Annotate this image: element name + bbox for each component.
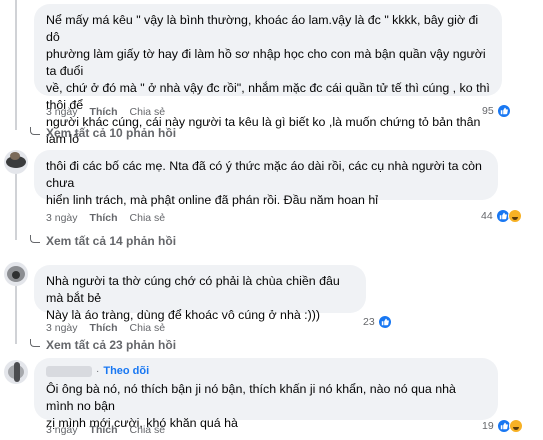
thread-line xyxy=(15,0,17,130)
avatar[interactable] xyxy=(4,262,28,286)
follow-button[interactable]: Theo dõi xyxy=(103,363,149,380)
comment-text: Nhà người ta thờ cúng chớ có phải là chù… xyxy=(46,274,340,322)
reply-arrow-icon xyxy=(30,127,40,135)
reaction-summary[interactable]: 23 xyxy=(363,315,392,329)
like-icon xyxy=(496,104,511,118)
share-button[interactable]: Chia sẻ xyxy=(130,212,166,224)
comment-meta: 3 ngày Thích Chia sẻ xyxy=(46,424,165,436)
author-name-redacted xyxy=(46,366,92,377)
thread-line xyxy=(15,168,17,240)
reaction-summary[interactable]: 44 xyxy=(481,209,522,223)
reaction-count: 95 xyxy=(482,105,494,117)
view-replies-label: Xem tất cả 14 phản hồi xyxy=(46,234,177,248)
like-button[interactable]: Thích xyxy=(90,106,118,118)
view-replies-label: Xem tất cả 23 phản hồi xyxy=(46,338,177,352)
haha-icon xyxy=(508,419,523,433)
comment-meta: 3 ngày Thích Chia sẻ xyxy=(46,212,165,224)
reply-arrow-icon xyxy=(30,339,40,347)
reaction-count: 23 xyxy=(363,316,375,328)
avatar[interactable] xyxy=(4,150,28,174)
view-replies-label: Xem tất cả 10 phản hồi xyxy=(46,126,177,140)
reaction-summary[interactable]: 95 xyxy=(482,104,511,118)
view-replies-link[interactable]: Xem tất cả 10 phản hồi xyxy=(30,126,176,140)
comment-time[interactable]: 3 ngày xyxy=(46,212,78,224)
avatar[interactable] xyxy=(4,360,28,384)
share-button[interactable]: Chia sẻ xyxy=(130,424,166,436)
reaction-summary[interactable]: 19 xyxy=(482,419,523,433)
share-button[interactable]: Chia sẻ xyxy=(130,322,166,334)
view-replies-link[interactable]: Xem tất cả 14 phản hồi xyxy=(30,234,176,248)
share-button[interactable]: Chia sẻ xyxy=(130,106,166,118)
comment-bubble: · Theo dõi Ôi ông bà nó, nó thích bận ji… xyxy=(34,358,498,430)
comment-author-row: · Theo dõi xyxy=(46,363,486,380)
comment-meta: 3 ngày Thích Chia sẻ xyxy=(46,322,165,334)
comment-bubble: Nhà người ta thờ cúng chớ có phải là chù… xyxy=(34,265,366,322)
like-button[interactable]: Thích xyxy=(90,212,118,224)
comment-bubble: thôi đi các bố các mẹ. Nta đã có ý thức … xyxy=(34,150,498,207)
comment-time[interactable]: 3 ngày xyxy=(46,106,78,118)
haha-icon xyxy=(507,209,522,223)
comment-time[interactable]: 3 ngày xyxy=(46,424,78,436)
reaction-count: 19 xyxy=(482,420,494,432)
reaction-count: 44 xyxy=(481,210,493,222)
comment-text: thôi đi các bố các mẹ. Nta đã có ý thức … xyxy=(46,159,482,207)
thread-line xyxy=(15,280,17,344)
comment-bubble: Nể mấy má kêu " vậy là bình thường, khoá… xyxy=(34,4,502,163)
comment-meta: 3 ngày Thích Chia sẻ xyxy=(46,106,165,118)
comment-text: Nể mấy má kêu " vậy là bình thường, khoá… xyxy=(46,13,490,163)
comment-time[interactable]: 3 ngày xyxy=(46,322,78,334)
like-icon xyxy=(377,315,392,329)
like-button[interactable]: Thích xyxy=(90,322,118,334)
view-replies-link[interactable]: Xem tất cả 23 phản hồi xyxy=(30,338,176,352)
like-button[interactable]: Thích xyxy=(90,424,118,436)
reply-arrow-icon xyxy=(30,235,40,243)
